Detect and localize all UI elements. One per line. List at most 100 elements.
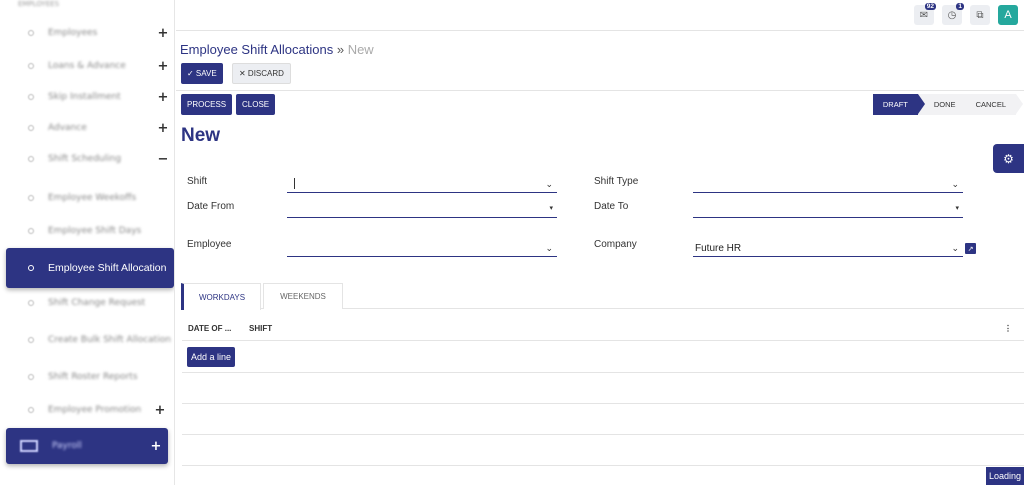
avatar[interactable]: A xyxy=(998,5,1018,25)
payroll-icon xyxy=(20,440,38,452)
breadcrumb-parent[interactable]: Employee Shift Allocations xyxy=(180,42,333,57)
status-draft[interactable]: DRAFT xyxy=(872,94,925,115)
circle-icon xyxy=(28,228,34,234)
circle-icon xyxy=(28,374,34,380)
circle-icon xyxy=(28,300,34,306)
sidebar-item-label: Create Bulk Shift Allocation xyxy=(48,335,171,345)
sidebar-item-label: Employee Shift Allocation xyxy=(48,262,167,274)
circle-icon xyxy=(28,30,34,36)
employee-field[interactable]: ⌄ xyxy=(287,241,557,257)
column-date-of[interactable]: DATE OF ... xyxy=(188,324,231,333)
activity-badge: 1 xyxy=(956,3,964,10)
switch-company-icon[interactable]: ⧉ xyxy=(970,5,990,25)
shift-field[interactable]: ⌄ xyxy=(287,177,557,193)
close-button[interactable]: CLOSE xyxy=(236,94,276,115)
caret-down-icon[interactable]: ▾ xyxy=(549,204,553,212)
sidebar-item-bulk-shift[interactable]: Create Bulk Shift Allocation xyxy=(0,322,174,358)
date-to-field[interactable]: ▾ xyxy=(693,202,963,218)
expand-icon[interactable]: + xyxy=(144,439,168,454)
table-row xyxy=(182,404,1024,435)
chevron-down-icon[interactable]: ⌄ xyxy=(545,179,553,190)
page-title: New xyxy=(181,125,221,146)
loading-indicator: Loading xyxy=(986,467,1024,485)
chevron-down-icon[interactable]: ⌄ xyxy=(545,243,553,254)
sidebar: EMPLOYEES Employees + Loans & Advance + … xyxy=(0,0,175,485)
sidebar-item-label: Skip Installment xyxy=(48,92,121,102)
sidebar-item-payroll[interactable]: Payroll + xyxy=(6,428,168,464)
date-to-label: Date To xyxy=(594,201,629,212)
sidebar-item-shift-allocation[interactable]: Employee Shift Allocation xyxy=(6,248,174,288)
chevron-down-icon[interactable]: ⌄ xyxy=(951,179,959,190)
chevron-down-icon[interactable]: ⌄ xyxy=(951,243,959,254)
status-cancel[interactable]: CANCEL xyxy=(965,94,1024,115)
circle-icon xyxy=(28,265,34,271)
text-cursor xyxy=(294,178,295,189)
gear-icon[interactable]: ⚙ xyxy=(993,144,1024,173)
circle-icon xyxy=(28,125,34,131)
sidebar-item-promotion[interactable]: Employee Promotion + xyxy=(0,392,174,428)
caret-down-icon[interactable]: ▾ xyxy=(955,204,959,212)
breadcrumb: Employee Shift Allocations » New xyxy=(180,42,374,57)
sidebar-item-label: Shift Change Request xyxy=(48,298,146,308)
date-from-field[interactable]: ▾ xyxy=(287,202,557,218)
sidebar-item-employees[interactable]: Employees + xyxy=(0,15,174,51)
sidebar-item-shift-change-request[interactable]: Shift Change Request xyxy=(0,285,174,321)
messages-badge: 92 xyxy=(924,3,936,10)
activity-clock-icon[interactable]: ◷ 1 xyxy=(942,3,964,25)
date-from-label: Date From xyxy=(187,201,235,212)
tab-weekends[interactable]: WEEKENDS xyxy=(263,283,343,309)
table-row xyxy=(182,435,1024,466)
sidebar-item-label: Advance xyxy=(48,123,87,133)
company-label: Company xyxy=(594,239,637,250)
save-button[interactable]: ✓ SAVE xyxy=(181,63,223,84)
sidebar-item-label: Employee Weekoffs xyxy=(48,193,137,203)
sidebar-item-label: Employee Shift Days xyxy=(48,226,142,236)
divider xyxy=(176,90,1024,91)
process-button[interactable]: PROCESS xyxy=(181,94,233,115)
shift-type-field[interactable]: ⌄ xyxy=(693,177,963,193)
expand-icon[interactable]: + xyxy=(145,403,174,418)
circle-icon xyxy=(28,63,34,69)
discard-button[interactable]: ✕ DISCARD xyxy=(232,63,291,84)
status-bar: DRAFT DONE CANCEL xyxy=(872,94,1024,115)
column-options-icon[interactable]: ⋮ xyxy=(1004,324,1012,333)
breadcrumb-separator: » xyxy=(336,42,345,57)
shift-type-label: Shift Type xyxy=(594,176,639,187)
tab-workdays[interactable]: WORKDAYS xyxy=(181,283,261,310)
column-shift[interactable]: SHIFT xyxy=(249,324,272,333)
tabs: WORKDAYS WEEKENDS xyxy=(181,283,1024,310)
add-line-button[interactable]: Add a line xyxy=(187,347,236,367)
circle-icon xyxy=(28,195,34,201)
sidebar-item-roster-reports[interactable]: Shift Roster Reports xyxy=(0,359,174,395)
sidebar-item-shift-scheduling[interactable]: Shift Scheduling − xyxy=(0,141,174,177)
sidebar-item-label: Loans & Advance xyxy=(48,61,126,71)
top-bar: ✉ 92 ◷ 1 ⧉ A xyxy=(176,0,1024,31)
sidebar-item-label: Shift Scheduling xyxy=(48,154,122,164)
sidebar-item-weekoffs[interactable]: Employee Weekoffs xyxy=(0,180,174,216)
expand-icon[interactable]: + xyxy=(151,26,174,41)
circle-icon xyxy=(28,407,34,413)
table-row xyxy=(182,373,1024,404)
circle-icon xyxy=(28,337,34,343)
table-row xyxy=(182,341,1024,373)
sidebar-item-label: Employees xyxy=(48,28,98,38)
sidebar-header: EMPLOYEES xyxy=(18,0,60,8)
table-header: DATE OF ... SHIFT ⋮ xyxy=(182,318,1024,341)
circle-icon xyxy=(28,156,34,162)
shift-label: Shift xyxy=(187,176,208,187)
sidebar-item-shift-days[interactable]: Employee Shift Days xyxy=(0,213,174,249)
sidebar-item-label: Employee Promotion xyxy=(48,405,142,415)
expand-icon[interactable]: + xyxy=(151,90,174,105)
company-field[interactable]: Future HR ⌄ xyxy=(693,241,963,257)
expand-icon[interactable]: + xyxy=(151,59,174,74)
status-done[interactable]: DONE xyxy=(917,94,966,115)
circle-icon xyxy=(28,94,34,100)
messages-icon[interactable]: ✉ 92 xyxy=(914,3,936,25)
external-link-icon[interactable]: ↗ xyxy=(965,243,976,254)
collapse-icon[interactable]: − xyxy=(151,152,174,167)
sidebar-item-label: Shift Roster Reports xyxy=(48,372,138,382)
employee-label: Employee xyxy=(187,239,232,250)
sidebar-item-label: Payroll xyxy=(52,441,82,451)
breadcrumb-current: New xyxy=(347,42,374,57)
expand-icon[interactable]: + xyxy=(151,121,174,136)
